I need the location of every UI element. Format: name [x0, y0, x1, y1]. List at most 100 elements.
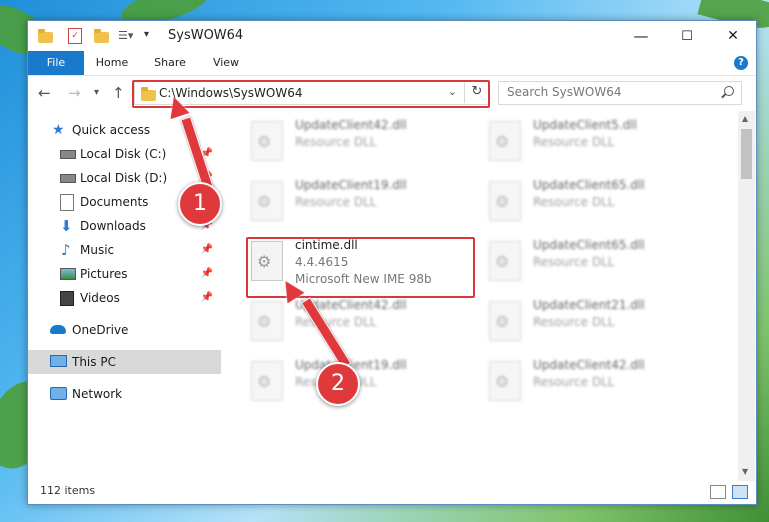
file-name: UpdateClient42.dll — [295, 118, 407, 132]
dll-file-icon — [489, 181, 521, 221]
file-name: UpdateClient21.dll — [533, 298, 645, 312]
details-view-icon[interactable] — [710, 485, 726, 499]
file-description: Resource DLL — [533, 195, 615, 209]
dll-file-icon — [251, 181, 283, 221]
back-arrow-icon[interactable]: ← — [38, 84, 51, 102]
list-item[interactable]: UpdateClient42.dll Resource DLL — [251, 115, 481, 173]
sidebar-item-label: Videos — [80, 291, 120, 305]
cloud-icon — [50, 325, 66, 334]
quick-access-toolbar: ✓ ☰▾ ▾ — [38, 28, 163, 44]
list-item[interactable]: UpdateClient5.dll Resource DLL — [489, 115, 719, 173]
file-name: UpdateClient19.dll — [295, 178, 407, 192]
step1-badge: 1 — [178, 182, 222, 226]
file-description: Resource DLL — [295, 195, 377, 209]
chevron-down-icon[interactable]: ▾ — [144, 29, 149, 40]
search-input[interactable] — [499, 82, 707, 102]
scrollbar-thumb[interactable] — [741, 129, 752, 179]
sidebar-item-label: Network — [72, 387, 123, 401]
folder-icon — [38, 29, 53, 43]
list-item[interactable]: UpdateClient42.dll Resource DLL — [251, 295, 481, 353]
documents-icon — [60, 194, 74, 211]
list-item[interactable]: UpdateClient19.dll Resource DLL — [251, 175, 481, 233]
dll-file-icon — [489, 241, 521, 281]
tab-share[interactable]: Share — [146, 51, 194, 75]
pictures-icon — [60, 268, 76, 280]
sidebar-item-music[interactable]: ♪ Music 📌 — [28, 238, 221, 262]
tab-home[interactable]: Home — [88, 51, 136, 75]
properties-icon[interactable]: ✓ — [68, 28, 82, 44]
music-icon: ♪ — [61, 241, 71, 259]
sidebar-item-onedrive[interactable]: OneDrive — [28, 318, 221, 342]
list-item[interactable]: UpdateClient65.dll Resource DLL — [489, 175, 719, 233]
window-title: SysWOW64 — [168, 28, 244, 43]
recent-locations-chevron-icon[interactable]: ▾ — [94, 87, 99, 98]
status-bar: 112 items — [28, 481, 756, 503]
sidebar-item-videos[interactable]: Videos 📌 — [28, 286, 221, 310]
ribbon-tabs: File Home Share View ? — [28, 51, 756, 76]
pin-icon[interactable]: 📌 — [201, 238, 213, 262]
sidebar-item-label: Music — [80, 243, 115, 257]
tab-file[interactable]: File — [28, 51, 84, 75]
up-arrow-icon[interactable]: ↑ — [112, 84, 125, 102]
navigation-pane: ★ Quick access Local Disk (C:) 📌 Local D… — [28, 111, 221, 481]
item-count: 112 items — [40, 484, 96, 497]
dll-file-icon — [489, 121, 521, 161]
file-explorer-window: ✓ ☰▾ ▾ SysWOW64 — ☐ ✕ File Home Share Vi… — [27, 20, 757, 505]
dll-file-icon — [489, 301, 521, 341]
vertical-scrollbar[interactable]: ▲ ▼ — [738, 111, 755, 481]
scroll-up-icon[interactable]: ▲ — [742, 114, 748, 123]
search-box[interactable] — [498, 81, 742, 105]
dll-file-icon — [489, 361, 521, 401]
file-name: UpdateClient42.dll — [533, 358, 645, 372]
pc-icon — [50, 355, 67, 367]
sidebar-item-label: Local Disk (D:) — [80, 171, 168, 185]
file-description: Resource DLL — [295, 315, 377, 329]
videos-icon — [60, 291, 74, 306]
sidebar-item-network[interactable]: Network — [28, 382, 221, 406]
sidebar-item-label: This PC — [72, 355, 116, 369]
title-bar: ✓ ☰▾ ▾ SysWOW64 — ☐ ✕ — [28, 21, 756, 51]
list-item[interactable]: UpdateClient21.dll Resource DLL — [489, 295, 719, 353]
maximize-button[interactable]: ☐ — [664, 21, 710, 51]
list-item[interactable]: UpdateClient19.dll Resource DLL — [251, 355, 481, 413]
file-description: Resource DLL — [533, 375, 615, 389]
sidebar-item-label: Quick access — [72, 123, 151, 137]
search-icon[interactable] — [724, 86, 734, 96]
dll-file-icon — [251, 301, 283, 341]
sidebar-item-label: Downloads — [80, 219, 146, 233]
minimize-button[interactable]: — — [618, 21, 664, 51]
dll-file-icon — [251, 361, 283, 401]
sidebar-item-label: Pictures — [80, 267, 128, 281]
step2-badge: 2 — [316, 362, 360, 406]
forward-arrow-icon[interactable]: → — [68, 84, 81, 102]
star-icon: ★ — [52, 122, 65, 138]
list-item[interactable]: UpdateClient65.dll Resource DLL — [489, 235, 719, 293]
new-folder-icon[interactable] — [94, 29, 109, 43]
file-name: UpdateClient65.dll — [533, 178, 645, 192]
help-icon[interactable]: ? — [734, 56, 748, 70]
customize-toolbar-icon[interactable]: ☰▾ — [118, 29, 133, 42]
file-description: Resource DLL — [533, 315, 615, 329]
file-name: UpdateClient5.dll — [533, 118, 637, 132]
close-button[interactable]: ✕ — [710, 21, 756, 51]
sidebar-item-this-pc[interactable]: This PC — [28, 350, 221, 374]
file-description: Resource DLL — [533, 255, 615, 269]
drive-icon — [60, 174, 76, 183]
network-icon — [50, 387, 67, 400]
sidebar-item-label: Documents — [80, 195, 149, 209]
file-name: UpdateClient65.dll — [533, 238, 645, 252]
tab-view[interactable]: View — [202, 51, 250, 75]
file-description: Resource DLL — [533, 135, 615, 149]
download-icon: ⬇ — [60, 217, 73, 235]
sidebar-item-label: OneDrive — [72, 323, 129, 337]
sidebar-item-label: Local Disk (C:) — [80, 147, 167, 161]
large-icons-view-icon[interactable] — [732, 485, 748, 499]
file-description: Resource DLL — [295, 135, 377, 149]
dll-file-icon — [251, 121, 283, 161]
list-item[interactable]: UpdateClient42.dll Resource DLL — [489, 355, 719, 413]
scroll-down-icon[interactable]: ▼ — [742, 467, 748, 476]
pin-icon[interactable]: 📌 — [201, 262, 213, 286]
pin-icon[interactable]: 📌 — [201, 286, 213, 310]
sidebar-item-pictures[interactable]: Pictures 📌 — [28, 262, 221, 286]
drive-icon — [60, 150, 76, 159]
